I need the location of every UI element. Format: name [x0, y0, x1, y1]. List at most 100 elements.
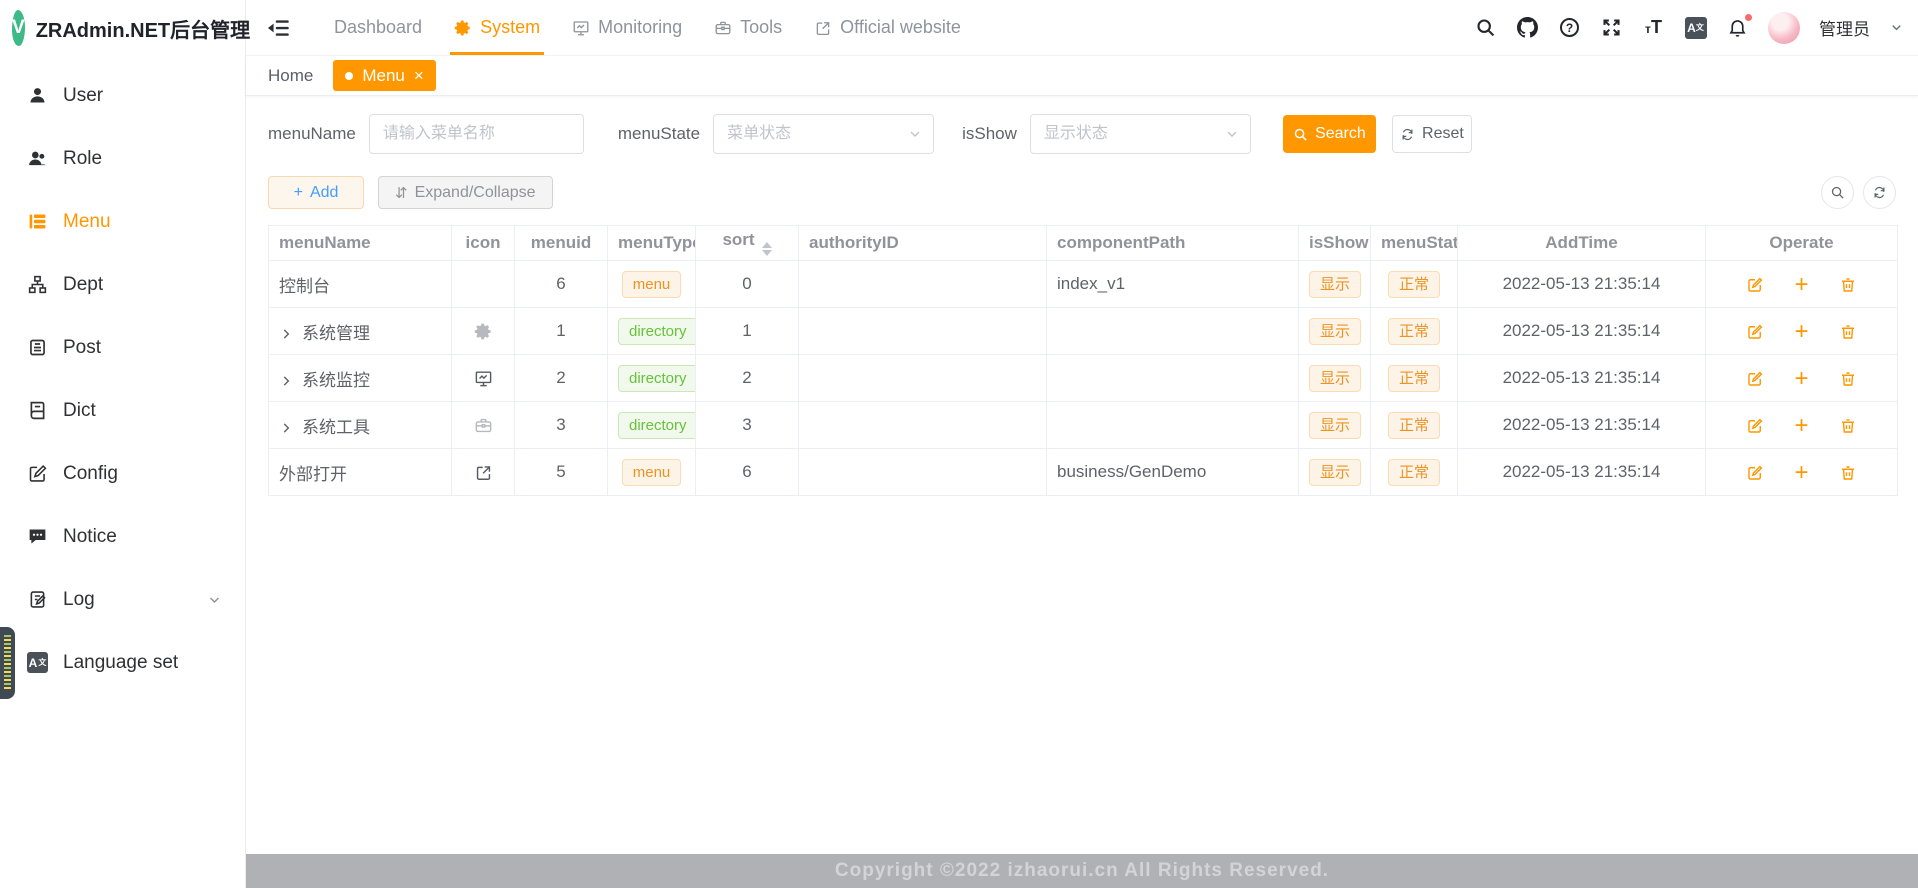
copyright-text: Copyright ©2022 izhaorui.cn All Rights R… — [835, 860, 1329, 882]
sidebar-item-dept[interactable]: Dept — [0, 253, 245, 316]
add-child-icon[interactable]: + — [1794, 323, 1808, 341]
cell-component-path — [1047, 355, 1299, 402]
menu-table: menuName icon menuid menuType sort autho… — [268, 225, 1898, 496]
delete-icon[interactable] — [1839, 276, 1857, 294]
nav-label: System — [480, 17, 540, 38]
delete-icon[interactable] — [1839, 464, 1857, 482]
menu-type-tag: directory — [618, 318, 696, 345]
nav-item-official-website[interactable]: Official website — [798, 0, 977, 55]
add-child-icon[interactable]: + — [1794, 370, 1808, 388]
expand-row-icon[interactable] — [279, 327, 293, 341]
filter-label-menu-state: menuState — [618, 124, 700, 144]
github-icon[interactable] — [1516, 16, 1539, 39]
sidebar-item-config[interactable]: Config — [0, 442, 245, 505]
expand-row-icon[interactable] — [279, 374, 293, 388]
tab-label: Home — [268, 66, 313, 85]
add-child-icon[interactable]: + — [1794, 276, 1808, 294]
table-header-row: menuName icon menuid menuType sort autho… — [269, 226, 1898, 261]
delete-icon[interactable] — [1839, 417, 1857, 435]
add-child-icon[interactable]: + — [1794, 417, 1808, 435]
edit-icon[interactable] — [1746, 370, 1764, 388]
sidebar-item-label: Role — [63, 148, 102, 170]
chevron-down-icon[interactable] — [1889, 20, 1904, 35]
font-size-icon[interactable]: тT — [1642, 16, 1665, 39]
dict-icon — [27, 400, 48, 421]
sidebar-item-menu[interactable]: Menu — [0, 190, 245, 253]
sort-caret-icon[interactable] — [762, 242, 772, 256]
search-icon[interactable] — [1474, 16, 1497, 39]
tab-menu[interactable]: Menu × — [333, 60, 435, 91]
translate-icon[interactable]: A文 — [1684, 16, 1707, 39]
delete-icon[interactable] — [1839, 370, 1857, 388]
cell-add-time: 2022-05-13 21:35:14 — [1458, 402, 1706, 449]
cell-add-time: 2022-05-13 21:35:14 — [1458, 308, 1706, 355]
col-menuid: menuid — [515, 226, 608, 261]
sidebar-item-log[interactable]: Log — [0, 568, 245, 631]
refresh-table-button[interactable] — [1863, 176, 1896, 209]
delete-icon[interactable] — [1839, 323, 1857, 341]
cell-sort: 2 — [696, 355, 799, 402]
nav-item-dashboard[interactable]: Dashboard — [318, 0, 438, 55]
menu-name-input[interactable] — [369, 114, 584, 154]
sidebar-item-user[interactable]: User — [0, 64, 245, 127]
edit-icon[interactable] — [1746, 417, 1764, 435]
cell-menu-state: 正常 — [1371, 261, 1458, 308]
search-button[interactable]: Search — [1283, 115, 1376, 153]
help-icon[interactable]: ? — [1558, 16, 1581, 39]
language-icon: A文 — [27, 652, 48, 673]
filter-row: menuName menuState isShow Search — [268, 114, 1896, 154]
nav-item-monitoring[interactable]: Monitoring — [556, 0, 698, 55]
cell-icon — [452, 261, 515, 308]
sidebar-item-language-set[interactable]: A文 Language set — [0, 631, 245, 694]
nav-label: Tools — [740, 17, 782, 38]
menu-state-select-input[interactable] — [713, 114, 934, 154]
cell-icon — [452, 402, 515, 449]
nav-item-tools[interactable]: Tools — [698, 0, 798, 55]
bell-icon[interactable] — [1726, 16, 1749, 39]
post-icon — [27, 337, 48, 358]
sidebar-item-label: User — [63, 85, 103, 107]
expand-collapse-button[interactable]: ⇵ Expand/Collapse — [378, 176, 553, 209]
avatar[interactable] — [1768, 12, 1800, 44]
tab-home[interactable]: Home — [264, 66, 317, 86]
menu-state-select[interactable] — [713, 114, 934, 154]
is-show-select[interactable] — [1030, 114, 1251, 154]
log-icon — [27, 589, 48, 610]
sidebar-item-dict[interactable]: Dict — [0, 379, 245, 442]
sidebar-item-post[interactable]: Post — [0, 316, 245, 379]
user-name[interactable]: 管理员 — [1819, 15, 1870, 40]
nav-item-system[interactable]: System — [438, 0, 556, 55]
sidebar-item-role[interactable]: Role — [0, 127, 245, 190]
dock-handle[interactable] — [0, 627, 15, 699]
add-child-icon[interactable]: + — [1794, 464, 1808, 482]
refresh-icon — [1400, 127, 1415, 142]
expand-row-icon[interactable] — [279, 421, 293, 435]
col-add-time: AddTime — [1458, 226, 1706, 261]
fullscreen-icon[interactable] — [1600, 16, 1623, 39]
cell-component-path: index_v1 — [1047, 261, 1299, 308]
cell-menuid: 2 — [515, 355, 608, 402]
cell-icon — [452, 355, 515, 402]
close-icon[interactable]: × — [414, 67, 424, 84]
table-tools — [1821, 176, 1896, 209]
edit-icon[interactable] — [1746, 323, 1764, 341]
fold-sidebar-icon[interactable] — [266, 15, 292, 41]
cell-sort: 1 — [696, 308, 799, 355]
user-icon — [27, 85, 48, 106]
sidebar-item-label: Config — [63, 463, 118, 485]
gear-icon — [474, 322, 493, 341]
sidebar: V ZRAdmin.NET后台管理 User Role Menu Dept — [0, 0, 246, 888]
cell-menu-state: 正常 — [1371, 308, 1458, 355]
edit-icon[interactable] — [1746, 276, 1764, 294]
col-menu-state: menuState — [1371, 226, 1458, 261]
add-button[interactable]: + Add — [268, 176, 364, 209]
edit-icon[interactable] — [1746, 464, 1764, 482]
reset-button[interactable]: Reset — [1392, 115, 1472, 153]
is-show-select-input[interactable] — [1030, 114, 1251, 154]
role-icon — [27, 148, 48, 169]
sidebar-item-notice[interactable]: Notice — [0, 505, 245, 568]
show-search-button[interactable] — [1821, 176, 1854, 209]
notice-icon — [27, 526, 48, 547]
cell-menu-type: directory — [608, 308, 696, 355]
search-button-label: Search — [1315, 125, 1366, 143]
